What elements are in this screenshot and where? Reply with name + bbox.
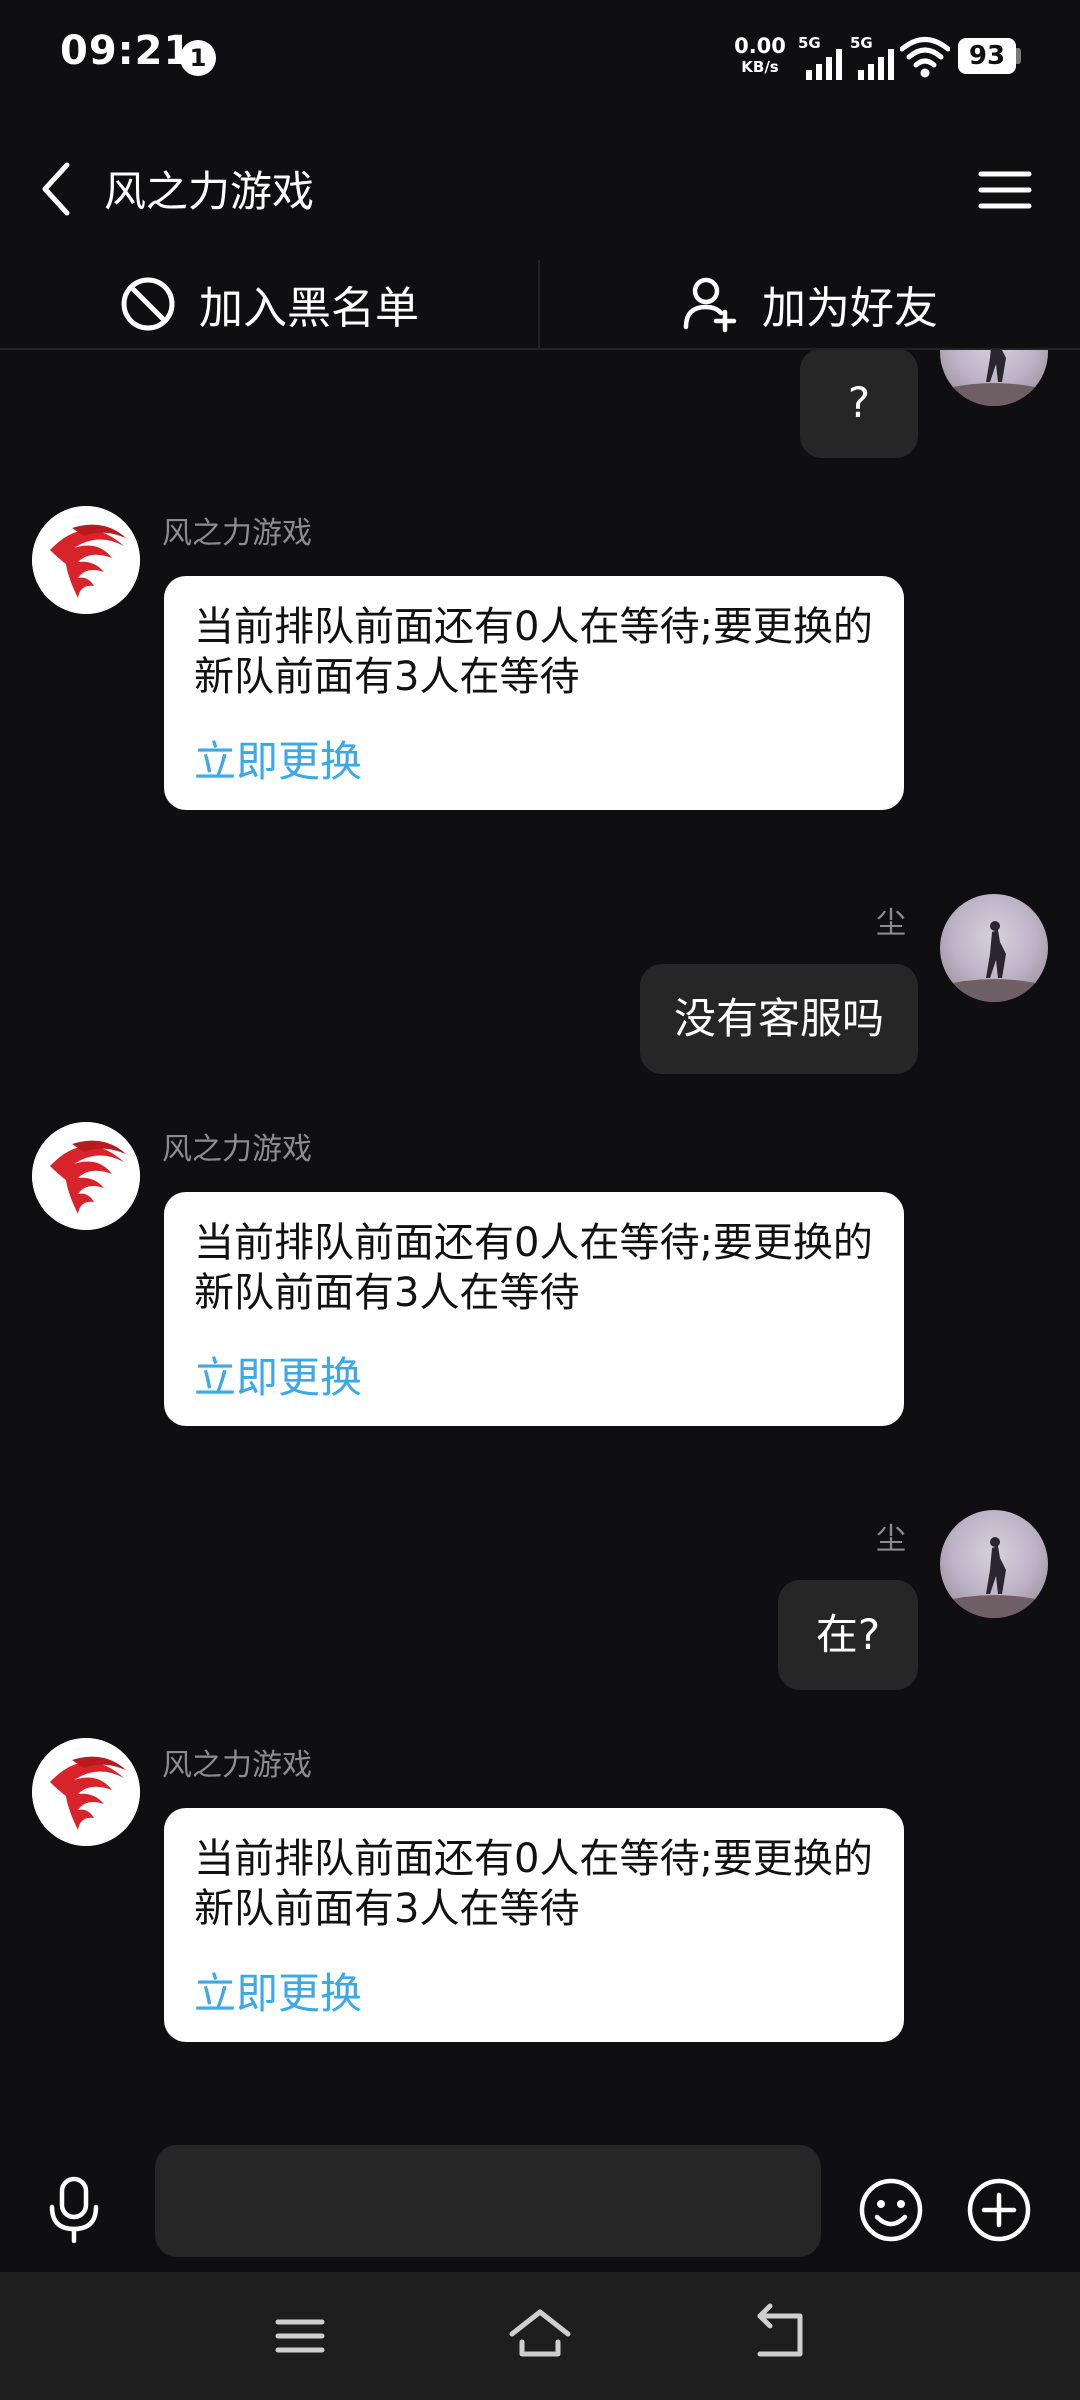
network-speed-value: 0.00 <box>734 34 786 58</box>
game-avatar[interactable] <box>32 506 140 614</box>
add-friend-button[interactable]: 加为好友 <box>540 260 1080 348</box>
input-bar <box>0 2145 1080 2272</box>
message-text: 当前排队前面还有0人在等待;要更换的新队前面有3人在等待 <box>194 604 873 700</box>
game-avatar[interactable] <box>32 1738 140 1846</box>
add-to-blacklist-button[interactable]: 加入黑名单 <box>0 260 538 348</box>
message-list[interactable]: ? 风之力游戏 当前排队前面还有0人在等待;要更换的新队前面有3人在等待 立即更… <box>0 350 1080 2145</box>
plus-circle-icon[interactable] <box>966 2177 1032 2243</box>
game-logo-icon <box>32 1738 140 1846</box>
sender-name: 风之力游戏 <box>162 1132 312 1167</box>
message-bubble-self[interactable]: 没有客服吗 <box>640 964 918 1074</box>
chevron-left-icon[interactable] <box>30 148 82 230</box>
message-bubble-self[interactable]: 在? <box>778 1580 918 1690</box>
message-bubble-other: 当前排队前面还有0人在等待;要更换的新队前面有3人在等待 立即更换 <box>164 1192 904 1426</box>
user-avatar[interactable] <box>940 350 1048 406</box>
add-to-blacklist-label: 加入黑名单 <box>199 283 419 334</box>
add-friend-label: 加为好友 <box>762 283 938 334</box>
user-avatar[interactable] <box>940 894 1048 1002</box>
recent-apps-icon[interactable] <box>266 2302 334 2370</box>
message-text: 当前排队前面还有0人在等待;要更换的新队前面有3人在等待 <box>194 1220 873 1316</box>
sender-name: 风之力游戏 <box>162 1748 312 1783</box>
game-avatar[interactable] <box>32 1122 140 1230</box>
switch-now-link[interactable]: 立即更换 <box>194 728 362 789</box>
system-nav-bar <box>0 2272 1080 2400</box>
sender-name: 尘 <box>876 906 906 941</box>
message-text: 当前排队前面还有0人在等待;要更换的新队前面有3人在等待 <box>194 1836 873 1932</box>
microphone-icon[interactable] <box>40 2175 108 2243</box>
signal-sim1-icon: 5G <box>798 36 848 80</box>
switch-now-link[interactable]: 立即更换 <box>194 1344 362 1405</box>
page-title: 风之力游戏 <box>104 167 315 216</box>
chat-screen: 09:21 1 0.00 KB/s 5G 5G 93 风之力游戏 加入黑名单 加… <box>0 0 1080 2400</box>
signal-sim2-icon: 5G <box>850 36 900 80</box>
user-avatar[interactable] <box>940 1510 1048 1618</box>
message-bubble-other: 当前排队前面还有0人在等待;要更换的新队前面有3人在等待 立即更换 <box>164 1808 904 2042</box>
block-icon <box>121 277 175 331</box>
wifi-icon <box>900 37 950 78</box>
home-icon[interactable] <box>506 2302 574 2370</box>
status-time: 09:21 <box>60 28 193 74</box>
status-bar: 09:21 1 0.00 KB/s 5G 5G 93 <box>0 0 1080 118</box>
battery-indicator: 93 <box>958 38 1016 74</box>
message-input[interactable] <box>155 2145 821 2257</box>
message-bubble-other: 当前排队前面还有0人在等待;要更换的新队前面有3人在等待 立即更换 <box>164 576 904 810</box>
notification-badge: 1 <box>180 40 216 76</box>
message-bubble-self[interactable]: ? <box>800 350 918 458</box>
game-logo-icon <box>32 1122 140 1230</box>
back-nav-icon[interactable] <box>746 2302 814 2370</box>
sender-name: 尘 <box>876 1522 906 1557</box>
hamburger-menu-icon[interactable] <box>975 160 1035 220</box>
sender-name: 风之力游戏 <box>162 516 312 551</box>
chat-header: 风之力游戏 <box>0 118 1080 260</box>
game-logo-icon <box>32 506 140 614</box>
add-user-icon <box>683 277 737 333</box>
emoji-icon[interactable] <box>858 2177 924 2243</box>
switch-now-link[interactable]: 立即更换 <box>194 1960 362 2021</box>
action-bar: 加入黑名单 加为好友 <box>0 260 1080 350</box>
network-speed: 0.00 KB/s <box>732 36 788 75</box>
battery-tip <box>1016 48 1021 64</box>
network-speed-unit: KB/s <box>741 58 779 76</box>
